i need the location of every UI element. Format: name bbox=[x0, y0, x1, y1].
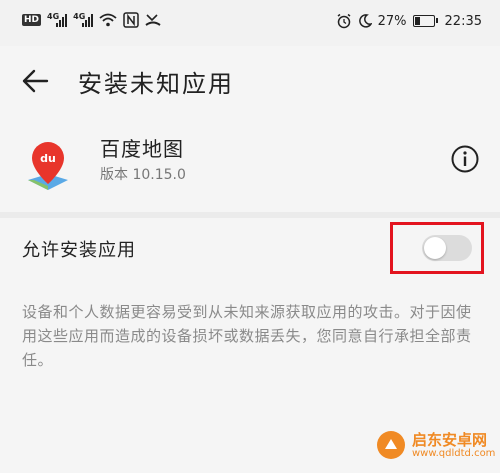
info-icon[interactable] bbox=[450, 144, 480, 174]
app-icon-text: du bbox=[40, 152, 56, 165]
watermark-logo-icon bbox=[377, 431, 405, 459]
battery-percent: 27% bbox=[377, 13, 407, 29]
allow-install-label: 允许安装应用 bbox=[22, 240, 136, 261]
app-bar: 安装未知应用 bbox=[0, 46, 500, 116]
app-version: 版本 10.15.0 bbox=[100, 167, 186, 183]
wifi-icon bbox=[99, 13, 117, 27]
status-right: 27% 22:35 bbox=[336, 13, 482, 29]
watermark-name: 启东安卓网 bbox=[412, 430, 488, 449]
watermark: 启东安卓网 www.qdldtd.com bbox=[376, 430, 495, 460]
allow-install-switch[interactable] bbox=[422, 235, 472, 261]
missed-call-icon bbox=[145, 14, 161, 26]
alarm-icon bbox=[337, 13, 351, 29]
baidu-maps-icon: du bbox=[28, 142, 68, 190]
signal-icon: 4G bbox=[47, 12, 68, 27]
watermark-url: www.qdldtd.com bbox=[412, 447, 496, 459]
nfc-icon bbox=[123, 12, 140, 28]
app-card: du 百度地图 版本 10.15.0 bbox=[0, 116, 500, 212]
clock: 22:35 bbox=[444, 13, 482, 29]
hd-icon: HD bbox=[22, 14, 42, 26]
moon-icon bbox=[358, 14, 372, 28]
allow-install-row[interactable]: 允许安装应用 bbox=[0, 218, 500, 280]
network-type-2: 4G bbox=[73, 12, 86, 21]
warning-text: 设备和个人数据更容易受到从未知来源获取应用的攻击。对于因使用这些应用而造成的设备… bbox=[22, 303, 472, 369]
app-name: 百度地图 bbox=[100, 137, 184, 161]
back-arrow-icon[interactable] bbox=[20, 66, 50, 96]
switch-knob bbox=[424, 237, 446, 259]
status-left: HD 4G 4G bbox=[22, 12, 161, 28]
page-title: 安装未知应用 bbox=[78, 70, 234, 98]
status-bar: HD 4G 4G 27% 22:35 bbox=[0, 0, 500, 46]
signal-icon-2: 4G bbox=[73, 12, 94, 27]
network-type-1: 4G bbox=[47, 12, 60, 21]
battery-icon bbox=[412, 15, 438, 27]
watermark-text: 启东安卓网 www.qdldtd.com bbox=[412, 432, 495, 459]
